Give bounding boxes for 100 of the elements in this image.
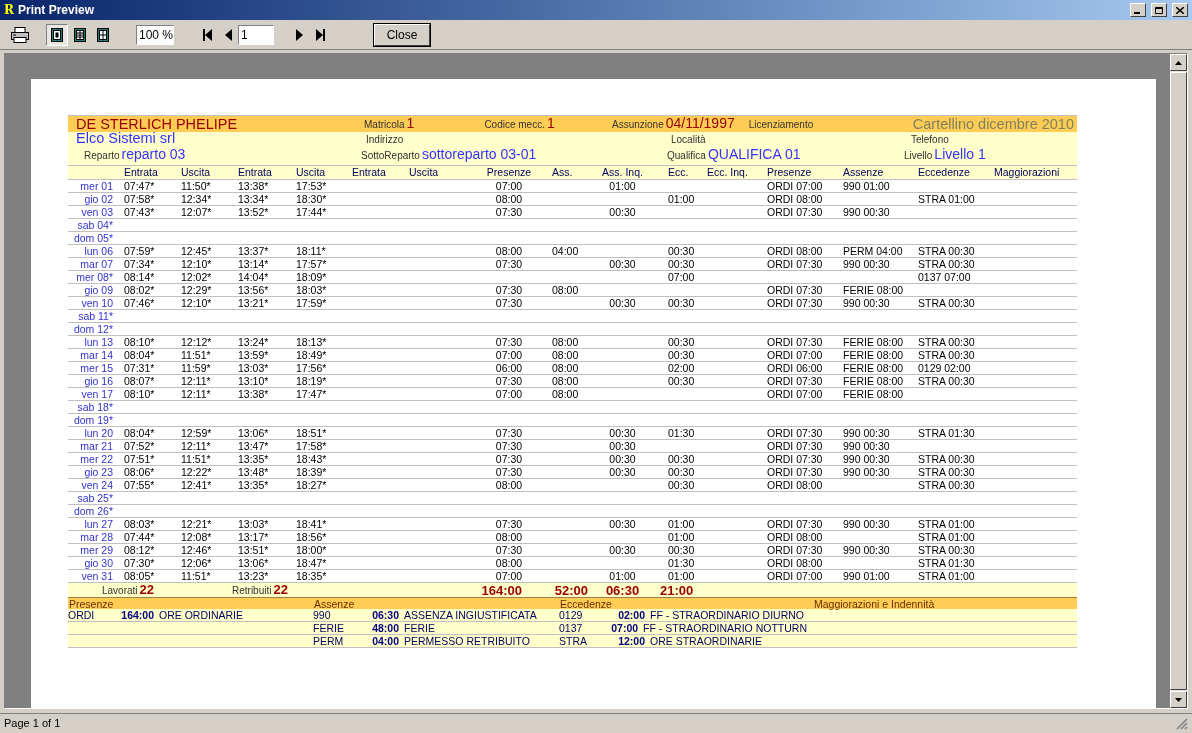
maximize-button[interactable] xyxy=(1151,3,1167,17)
summary-description: PERMESSO RETRIBUITO xyxy=(403,635,530,648)
table-cell-text: 12:08* xyxy=(180,531,213,544)
table-cell-text: ORDI 07:00 xyxy=(766,570,824,583)
field-value: reparto 03 xyxy=(121,148,186,161)
table-cell-text: 11:50* xyxy=(180,180,212,193)
table-cell-text: 12:06* xyxy=(180,557,213,570)
table-cell-text: ORDI 07:30 xyxy=(766,544,824,557)
table-cell-text: 00:30 xyxy=(667,544,696,557)
table-cell-text: 07:00 xyxy=(494,570,524,583)
table-cell-text: 13:23* xyxy=(237,570,270,583)
field-value: 1 xyxy=(406,117,415,130)
table-cell-text: 07:30* xyxy=(123,557,156,570)
zoom-field[interactable]: 100 % xyxy=(136,24,174,45)
table-cell-text: 13:38* xyxy=(237,180,270,193)
table-cell-text: 18:43* xyxy=(295,453,328,466)
table-cell-text: STRA 00:30 xyxy=(917,479,976,492)
close-button[interactable] xyxy=(1172,3,1188,17)
table-cell-text: 08:00 xyxy=(551,388,580,401)
table-cell-text: 12:11* xyxy=(180,375,212,388)
table-cell-text: 12:46* xyxy=(180,544,213,557)
day-label: sab 04* xyxy=(76,219,114,232)
table-cell-text: ORDI 08:00 xyxy=(766,193,824,206)
table-cell-text: 00:30 xyxy=(667,336,696,349)
table-cell-text: 13:06* xyxy=(237,427,270,440)
table-cell-text: 07:30 xyxy=(494,440,524,453)
table-cell-text: 08:00 xyxy=(551,284,580,297)
scroll-up-button[interactable] xyxy=(1170,54,1187,71)
close-dialog-button[interactable]: Close xyxy=(374,23,430,46)
table-cell-text: 06:00 xyxy=(494,362,524,375)
summary-hours: 07:00 xyxy=(610,622,639,635)
table-cell-text: 08:04* xyxy=(123,427,156,440)
table-cell-text: 13:14* xyxy=(237,258,270,271)
table-cell-text: 18:47* xyxy=(295,557,328,570)
day-label: lun 20 xyxy=(83,427,114,440)
table-cell-text: 18:30* xyxy=(295,193,328,206)
table-cell-text: 07:30 xyxy=(494,518,524,531)
scroll-down-button[interactable] xyxy=(1170,691,1187,708)
table-cell-text: 07:30 xyxy=(494,284,524,297)
table-cell-text: 07:31* xyxy=(123,362,156,375)
table-cell-text: ORDI 07:00 xyxy=(766,388,824,401)
table-cell-text: 07:30 xyxy=(494,544,524,557)
table-cell-text: 18:00* xyxy=(295,544,328,557)
field-value: sottoreparto 03-01 xyxy=(421,148,537,161)
table-cell-text: 13:51* xyxy=(237,544,270,557)
table-cell-text: 00:30 xyxy=(667,258,696,271)
table-cell-text: 07:30 xyxy=(494,427,524,440)
table-cell-text: 07:30 xyxy=(494,206,524,219)
table-cell-text: 07:30 xyxy=(494,258,524,271)
table-cell-text: 13:06* xyxy=(237,557,270,570)
table-cell-text: ORDI 08:00 xyxy=(766,245,824,258)
column-header: Uscita xyxy=(408,166,440,179)
table-cell-text: 17:44* xyxy=(295,206,328,219)
table-cell-text: 13:10* xyxy=(237,375,270,388)
column-header: Ass. xyxy=(551,166,574,179)
table-cell-text: ORDI 07:30 xyxy=(766,440,824,453)
table-cell-text: 11:59* xyxy=(180,362,212,375)
summary-code: STRA xyxy=(559,635,588,648)
table-cell-text: 07:00 xyxy=(667,271,696,284)
minimize-button[interactable] xyxy=(1130,3,1146,17)
table-cell-text: 13:37* xyxy=(237,245,270,258)
table-cell-text: 08:00 xyxy=(494,479,524,492)
table-cell-text: 18:19* xyxy=(295,375,328,388)
table-cell-text: 17:58* xyxy=(295,440,328,453)
table-cell-text: 13:17* xyxy=(237,531,270,544)
table-cell-text: 990 00:30 xyxy=(842,206,891,219)
table-cell-text: 07:30 xyxy=(494,375,524,388)
summary-hours: 48:00 xyxy=(371,622,399,635)
page-view-icon xyxy=(97,27,109,42)
table-cell-text: 01:00 xyxy=(667,518,696,531)
column-header: Ecc. Inq. xyxy=(706,166,749,179)
table-cell-text: 00:30 xyxy=(608,297,637,310)
table-cell-text: 12:41* xyxy=(180,479,213,492)
table-cell-text: 08:00 xyxy=(551,336,580,349)
field-label: Codice mecc. xyxy=(484,118,545,131)
page-field[interactable]: 1 xyxy=(238,24,274,45)
table-cell-text: ORDI 07:00 xyxy=(766,349,824,362)
column-header: Assenze xyxy=(842,166,885,179)
table-cell-text: STRA 01:00 xyxy=(917,193,976,206)
table-cell-text: 990 00:30 xyxy=(842,258,891,271)
table-cell-text: STRA 01:00 xyxy=(917,518,976,531)
table-cell-text: 00:30 xyxy=(608,453,637,466)
table-cell-text: 12:22* xyxy=(180,466,213,479)
table-cell-text: 00:30 xyxy=(608,466,637,479)
table-cell-text: 17:59* xyxy=(295,297,328,310)
table-cell-text: 01:30 xyxy=(667,427,696,440)
day-label: mar 28 xyxy=(79,531,114,544)
day-label: gio 23 xyxy=(83,466,114,479)
table-cell-text: STRA 01:30 xyxy=(917,557,976,570)
table-cell-text: 07:00 xyxy=(494,349,524,362)
field-label: Retribuiti xyxy=(232,584,272,597)
summary-code: PERM xyxy=(313,635,345,648)
column-header: Presenze xyxy=(485,166,533,179)
column-header: Uscita xyxy=(295,166,327,179)
table-cell-text: 00:30 xyxy=(667,375,696,388)
view-mode-button[interactable] xyxy=(46,23,68,46)
employee-name: DE STERLICH PHELIPE xyxy=(75,116,239,132)
company-name: Elco Sistemi srl xyxy=(75,132,177,145)
day-label: ven 24 xyxy=(80,479,114,492)
close-icon xyxy=(1176,6,1184,14)
